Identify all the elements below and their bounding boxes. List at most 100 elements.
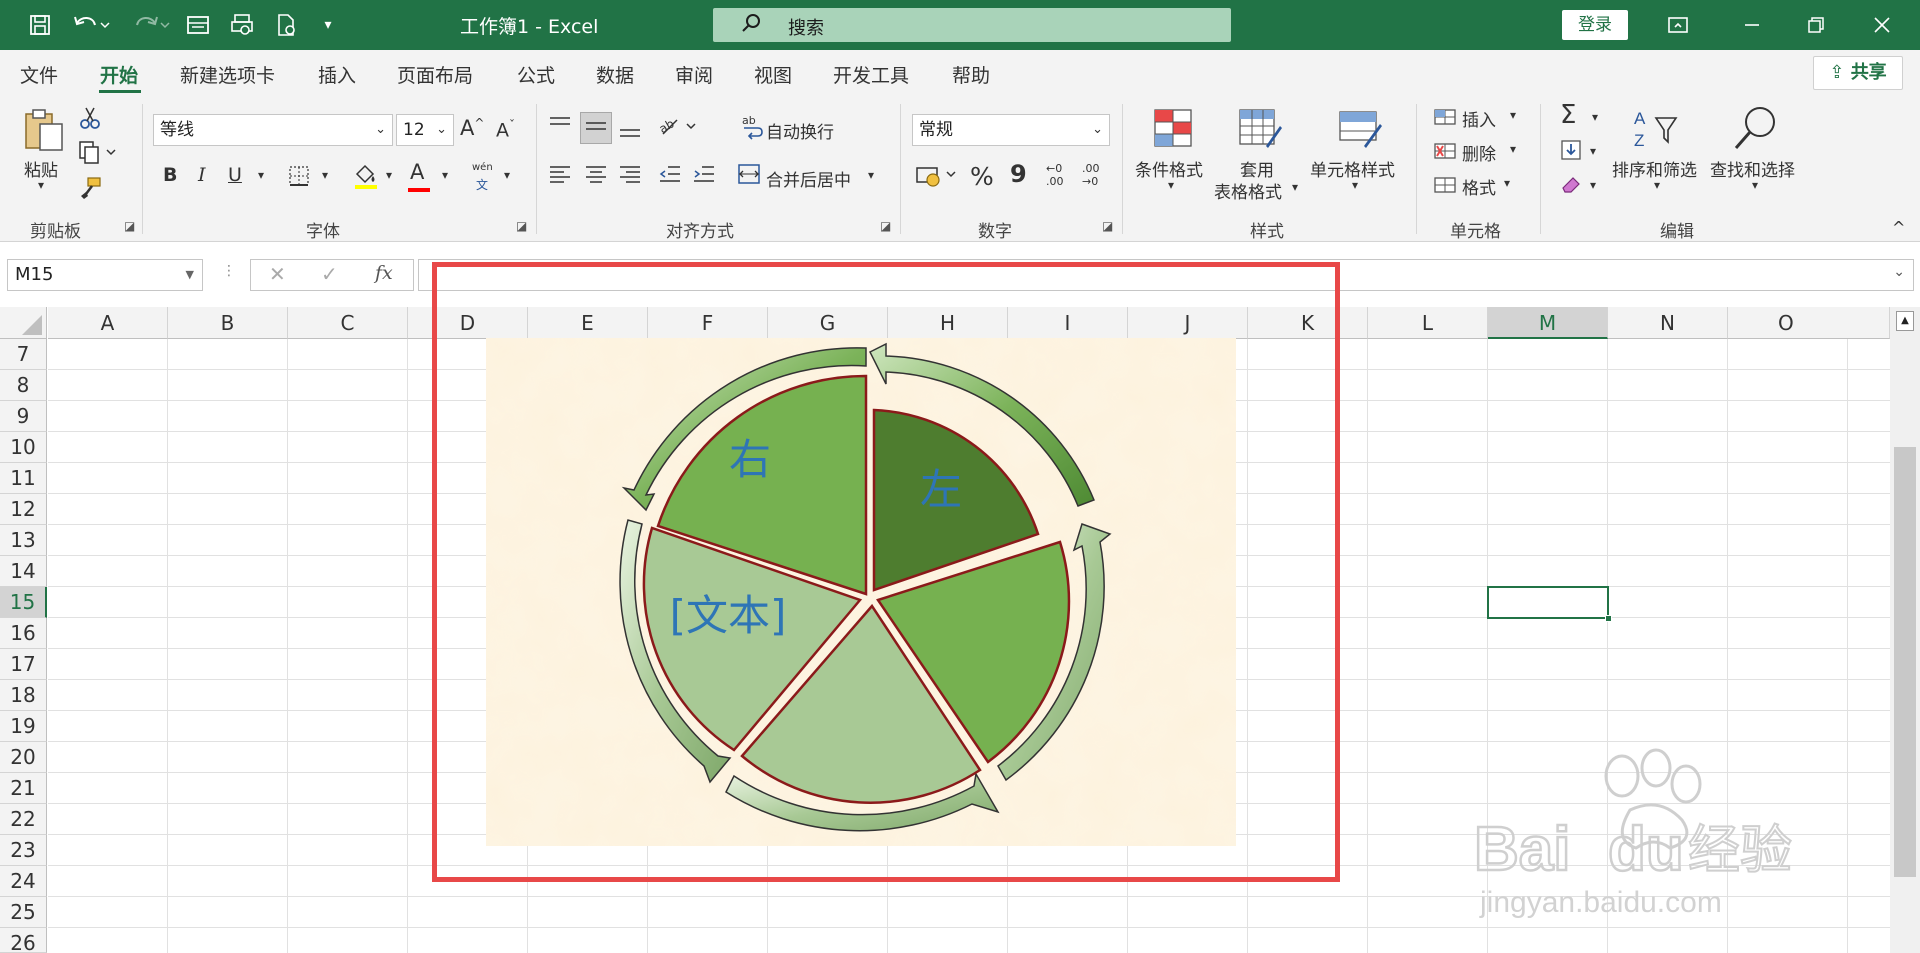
tab-help[interactable]: 帮助: [952, 61, 990, 88]
search-box[interactable]: 搜索: [713, 8, 1231, 42]
row-header-14[interactable]: 14: [0, 556, 47, 587]
delete-cells-label[interactable]: 删除: [1462, 140, 1496, 165]
italic-button[interactable]: I: [198, 164, 206, 186]
tab-view[interactable]: 视图: [754, 61, 792, 88]
align-bottom-icon[interactable]: [616, 114, 644, 147]
row-header-9[interactable]: 9: [0, 401, 47, 432]
column-header-M[interactable]: M: [1488, 307, 1608, 339]
clipboard-launcher-icon[interactable]: ◪: [124, 219, 135, 233]
merge-dropdown-icon[interactable]: ▾: [868, 168, 874, 182]
row-header-15[interactable]: 15: [0, 587, 47, 618]
print-preview-icon[interactable]: [226, 10, 258, 40]
tab-review[interactable]: 审阅: [675, 61, 713, 88]
format-table-label-2[interactable]: 表格格式: [1214, 178, 1282, 203]
minimize-icon[interactable]: [1732, 8, 1772, 42]
format-cells-label[interactable]: 格式: [1462, 174, 1496, 199]
redo-icon[interactable]: [128, 10, 174, 40]
expand-formula-icon[interactable]: ⌄: [1893, 264, 1905, 280]
merge-center-icon[interactable]: [736, 162, 762, 191]
align-right-icon[interactable]: [616, 162, 644, 191]
shrink-font-button[interactable]: Aˇ: [496, 118, 515, 141]
row-header-12[interactable]: 12: [0, 494, 47, 525]
font-size-combo[interactable]: 12 ⌄: [396, 114, 454, 146]
document-icon[interactable]: [270, 10, 302, 40]
format-cells-icon[interactable]: [1432, 174, 1458, 201]
alignment-launcher-icon[interactable]: ◪: [880, 219, 891, 233]
fill-dropdown-icon[interactable]: ▾: [1590, 144, 1596, 158]
more-icon[interactable]: ⋮: [222, 263, 236, 279]
percent-button[interactable]: %: [970, 162, 994, 191]
row-header-18[interactable]: 18: [0, 680, 47, 711]
delete-cells-icon[interactable]: [1432, 140, 1458, 167]
bold-button[interactable]: B: [163, 164, 177, 186]
align-left-icon[interactable]: [546, 162, 574, 191]
tab-developer[interactable]: 开发工具: [833, 61, 909, 88]
paste-icon[interactable]: [22, 106, 66, 152]
segment-label-right[interactable]: 右: [729, 435, 771, 484]
column-header-N[interactable]: N: [1608, 307, 1728, 339]
tab-file[interactable]: 文件: [20, 61, 58, 88]
sort-filter-dropdown-icon[interactable]: ▾: [1654, 178, 1660, 192]
tab-insert[interactable]: 插入: [318, 61, 356, 88]
row-header-24[interactable]: 24: [0, 866, 47, 897]
row-header-13[interactable]: 13: [0, 525, 47, 556]
copy-icon[interactable]: [76, 140, 120, 169]
font-color-dropdown-icon[interactable]: ▾: [442, 168, 448, 182]
paste-dropdown-icon[interactable]: ▾: [38, 178, 44, 192]
autosum-icon[interactable]: Σ: [1560, 100, 1576, 130]
format-painter-icon[interactable]: [78, 176, 102, 205]
delete-cells-dropdown-icon[interactable]: ▾: [1510, 142, 1516, 156]
fill-color-icon[interactable]: [352, 162, 380, 195]
smartart-cycle-diagram[interactable]: 右 左 [文本]: [486, 338, 1236, 846]
phonetic-top[interactable]: wén: [472, 162, 493, 173]
conditional-format-icon[interactable]: [1150, 106, 1196, 152]
merge-center-label[interactable]: 合并后居中: [766, 166, 851, 191]
border-dropdown-icon[interactable]: ▾: [322, 168, 328, 182]
selected-cell-M15[interactable]: [1487, 586, 1612, 622]
save-icon[interactable]: [24, 10, 56, 40]
row-header-20[interactable]: 20: [0, 742, 47, 773]
fill-icon[interactable]: [1558, 138, 1584, 167]
tab-home[interactable]: 开始: [100, 61, 138, 88]
decrease-decimal-button[interactable]: .00 →0: [1082, 162, 1100, 188]
increase-decimal-button[interactable]: ←0.00: [1046, 162, 1064, 188]
wrap-text-label[interactable]: 自动换行: [766, 118, 834, 143]
clear-dropdown-icon[interactable]: ▾: [1590, 178, 1596, 192]
format-table-icon[interactable]: [1236, 106, 1282, 152]
underline-dropdown-icon[interactable]: ▾: [258, 168, 264, 182]
close-icon[interactable]: [1862, 8, 1902, 42]
insert-cells-dropdown-icon[interactable]: ▾: [1510, 108, 1516, 122]
sort-filter-icon[interactable]: AZ: [1630, 106, 1680, 152]
increase-indent-icon[interactable]: [690, 162, 718, 191]
tab-formulas[interactable]: 公式: [517, 61, 555, 88]
tab-new[interactable]: 新建选项卡: [180, 61, 275, 88]
ribbon-display-icon[interactable]: [1658, 8, 1698, 42]
insert-cells-icon[interactable]: [1432, 106, 1458, 133]
currency-icon[interactable]: [914, 162, 960, 193]
insert-function-icon[interactable]: fx: [375, 262, 393, 284]
align-top-icon[interactable]: [546, 114, 574, 143]
row-header-22[interactable]: 22: [0, 804, 47, 835]
font-name-combo[interactable]: 等线 ⌄: [153, 114, 393, 146]
fill-handle[interactable]: [1605, 615, 1612, 622]
row-header-26[interactable]: 26: [0, 928, 47, 953]
find-select-icon[interactable]: [1730, 104, 1780, 152]
underline-button[interactable]: U: [228, 164, 242, 186]
segment-label-text[interactable]: [文本]: [670, 591, 787, 640]
column-header-A[interactable]: A: [48, 307, 168, 339]
column-header-B[interactable]: B: [168, 307, 288, 339]
undo-icon[interactable]: [68, 10, 114, 40]
row-header-17[interactable]: 17: [0, 649, 47, 680]
number-format-combo[interactable]: 常规 ⌄: [912, 114, 1110, 146]
cut-icon[interactable]: [78, 106, 102, 135]
collapse-ribbon-icon[interactable]: ^: [1892, 218, 1905, 237]
segment-label-left[interactable]: 左: [920, 465, 962, 514]
tab-page-layout[interactable]: 页面布局: [397, 61, 473, 88]
form-icon[interactable]: [182, 10, 214, 40]
font-color-button[interactable]: A: [408, 160, 430, 192]
row-header-25[interactable]: 25: [0, 897, 47, 928]
fill-color-dropdown-icon[interactable]: ▾: [386, 168, 392, 182]
border-icon[interactable]: [286, 164, 312, 193]
phonetic-dropdown-icon[interactable]: ▾: [504, 168, 510, 182]
cell-styles-icon[interactable]: [1336, 106, 1382, 152]
